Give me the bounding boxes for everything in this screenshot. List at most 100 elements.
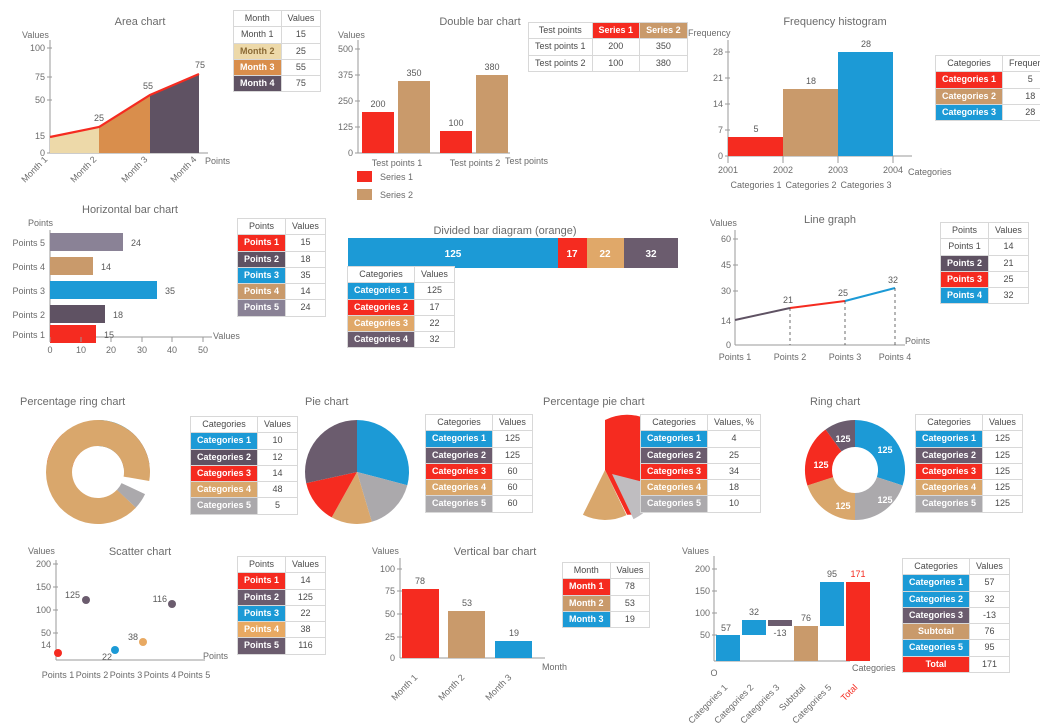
double-bar-chart-y-axis-label: Values (338, 30, 365, 40)
scatter-chart-y-axis-label: Values (28, 546, 55, 556)
row-label: Subtotal (901, 622, 971, 641)
area-chart-table: Month Values Month 1 15 Month 2 25 Month 3… (233, 9, 322, 93)
svg-text:22: 22 (599, 249, 611, 260)
table-row: Month 3 19 (562, 610, 651, 629)
svg-text:125: 125 (338, 122, 353, 132)
row-label: Month 3 (233, 58, 282, 77)
table-row: Total 171 (901, 655, 1010, 673)
table-row: Categories 1 57 (901, 574, 1010, 592)
row-label: Categories 1 (189, 432, 259, 450)
ring-chart-panel: Ring chart 125 125 125 125 125 Categorie… (785, 392, 1040, 532)
col-header-values: Values (988, 221, 1029, 240)
row-value: -13 (969, 606, 1010, 625)
svg-text:Points 1: Points 1 (12, 330, 45, 340)
col-header-categories: Categories (934, 54, 1004, 73)
row-value: 25 (988, 270, 1029, 289)
row-value: 95 (969, 639, 1010, 657)
svg-text:116: 116 (153, 594, 167, 604)
row-label: Points 3 (236, 266, 287, 285)
svg-text:Points 3: Points 3 (12, 286, 45, 296)
col-header-categories: Categories (346, 265, 416, 284)
svg-text:200: 200 (695, 564, 710, 574)
row-label: Categories 2 (639, 446, 709, 464)
row-label: Categories 3 (914, 462, 984, 481)
col-header-values: Values (280, 9, 322, 28)
svg-text:Categories 2: Categories 2 (785, 180, 836, 190)
col-header-points: Points (236, 555, 287, 574)
svg-text:22: 22 (102, 652, 112, 662)
row-label: Categories 3 (639, 462, 709, 481)
waterfall-chart-panel: Values Categories 200 150 100 50 57 32 -… (670, 538, 1040, 726)
table-row: Points 4 32 (939, 286, 1029, 305)
svg-text:Points 2: Points 2 (76, 670, 109, 680)
line-graph-panel: Line graph Values Points 0 14 30 45 60 2… (690, 200, 1040, 365)
svg-text:-13: -13 (773, 628, 786, 638)
svg-text:78: 78 (415, 576, 425, 586)
col-header-values-percent: Values, % (707, 413, 761, 432)
svg-text:Points 4: Points 4 (12, 262, 45, 272)
svg-text:Points 1: Points 1 (719, 352, 752, 362)
row-value: 24 (285, 299, 326, 317)
svg-text:Points 1: Points 1 (42, 670, 75, 680)
vertical-bar-chart-title: Vertical bar chart (453, 546, 537, 558)
svg-text:7: 7 (718, 125, 723, 135)
table-row: Points 4 14 (236, 282, 326, 301)
row-label: Month 3 (562, 610, 611, 629)
table-row: Points 3 35 (236, 266, 326, 285)
table-row: Categories 3 34 (639, 462, 761, 481)
row-value: 15 (285, 234, 326, 252)
ring-chart-title: Ring chart (810, 396, 861, 408)
scatter-chart-x-axis-label: Points (203, 651, 229, 661)
row-label: Month 1 (562, 578, 611, 596)
table-row: Categories 2 25 (639, 446, 761, 464)
svg-text:57: 57 (721, 623, 731, 633)
svg-text:200: 200 (36, 559, 51, 569)
row-value: 60 (492, 495, 533, 513)
table-row: Points 5 24 (236, 299, 326, 317)
row-label: Points 3 (939, 270, 990, 289)
line-graph-y-axis-label: Values (710, 218, 737, 228)
table-row: Categories 5 95 (901, 639, 1010, 657)
vertical-bar-chart-y-axis-label: Values (372, 546, 399, 556)
col-header-values: Values (609, 561, 651, 580)
svg-text:50: 50 (385, 609, 395, 619)
svg-text:25: 25 (838, 288, 848, 298)
svg-text:0: 0 (718, 151, 723, 161)
table-row: Month 1 15 (233, 26, 322, 44)
row-label: Categories 3 (346, 314, 416, 333)
double-bar-chart-x-axis-label: Test points (505, 156, 549, 166)
row-label: Categories 1 (934, 71, 1004, 89)
svg-text:Month 4: Month 4 (168, 154, 198, 184)
area-chart-x-axis-label: Points (205, 156, 231, 166)
row-label: Categories 1 (914, 430, 984, 448)
svg-text:100: 100 (30, 43, 45, 53)
scatter-chart-panel: Scatter chart Values Points 200 150 100 … (0, 538, 330, 726)
table-row: Points 2 21 (939, 254, 1029, 272)
row-label: Categories 3 (934, 103, 1004, 122)
svg-text:Month 3: Month 3 (119, 154, 149, 184)
table-row: Categories 3 -13 (901, 606, 1010, 625)
svg-text:Points 4: Points 4 (144, 670, 177, 680)
table-row: Categories 2 125 (424, 446, 533, 464)
row-label: Categories 1 (639, 430, 709, 448)
row-value: 171 (969, 655, 1010, 673)
svg-text:Points 4: Points 4 (879, 352, 912, 362)
row-label: Points 3 (236, 604, 287, 623)
row-label: Total (901, 655, 971, 673)
row-value: 55 (280, 58, 322, 77)
svg-text:2001: 2001 (718, 165, 738, 175)
table-row: Month 2 53 (562, 594, 651, 612)
horizontal-bar-chart-x-axis-label: Values (213, 331, 240, 341)
svg-text:25: 25 (385, 632, 395, 642)
row-value: 75 (280, 74, 322, 93)
table-row: Subtotal 76 (901, 622, 1010, 641)
table-header-row: Categories Values (914, 413, 1023, 432)
row-value: 125 (492, 446, 533, 464)
svg-text:Series 2: Series 2 (380, 190, 413, 200)
table-row: Categories 1 10 (189, 432, 298, 450)
table-row: Categories 3 60 (424, 462, 533, 481)
table-header-row: Month Values (233, 9, 322, 28)
row-value: 14 (285, 282, 326, 301)
table-row: Categories 4 60 (424, 478, 533, 497)
svg-text:Month 3: Month 3 (483, 672, 513, 702)
